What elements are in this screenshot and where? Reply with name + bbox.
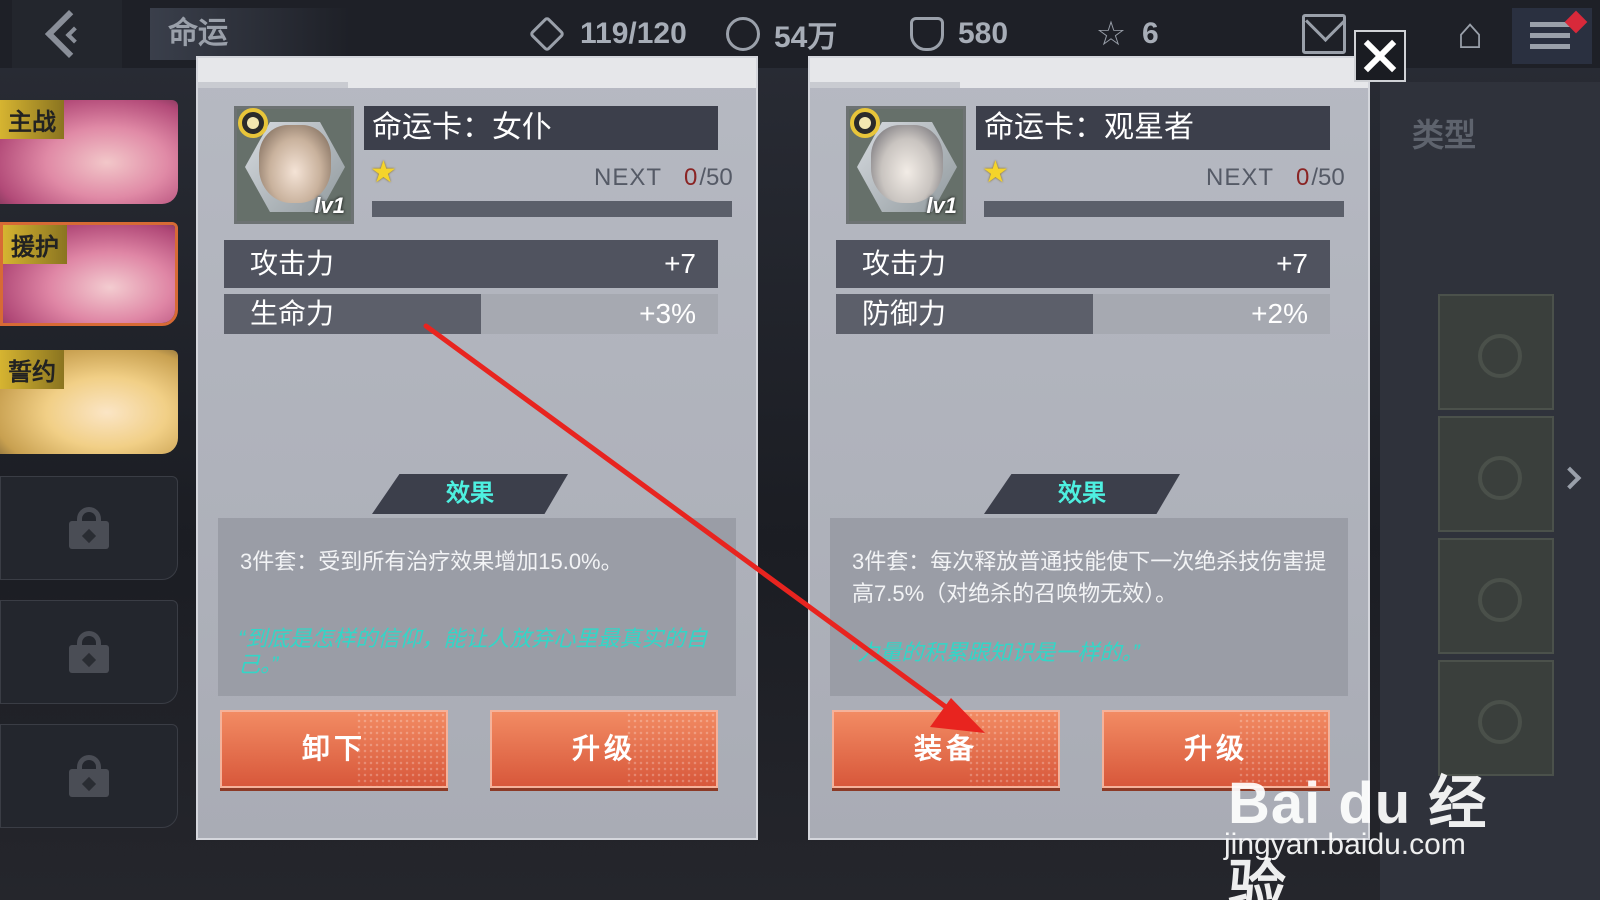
star-display: ☆ 6 [1095, 15, 1159, 53]
lock-icon [69, 755, 109, 797]
inventory-slot[interactable] [1438, 538, 1554, 654]
effect-box: 3件套：受到所有治疗效果增加15.0%。 “到底是怎样的信仰，能让人放弃心里最真… [218, 518, 736, 696]
card-name: 命运卡：观星者 [976, 106, 1330, 150]
lock-icon [69, 507, 109, 549]
back-button[interactable] [12, 0, 122, 68]
next-label: NEXT [1206, 164, 1275, 191]
slot-main[interactable]: 主战 [0, 100, 178, 204]
star-icon: ☆ [1095, 15, 1127, 53]
gear-icon [238, 108, 268, 138]
effect-quote: “力量的积累跟知识是一样的。” [850, 640, 1140, 665]
stamina-icon [528, 15, 566, 53]
crystal-display: 580 [910, 14, 1008, 54]
slot-tag: 主战 [0, 100, 64, 139]
stat-row: 防御力 +2% [836, 294, 1330, 334]
inventory-slot[interactable] [1438, 416, 1554, 532]
stargazer-portrait [871, 125, 943, 203]
card-level: lv1 [314, 193, 345, 218]
home-icon[interactable]: ⌂ [1448, 12, 1492, 56]
unequip-button[interactable]: 卸下 [220, 710, 448, 788]
stat-row: 攻击力 +7 [224, 240, 718, 288]
effect-quote: “到底是怎样的信仰，能让人放弃心里最真实的自己。” [238, 626, 708, 677]
slot-support[interactable]: 援护 [0, 222, 178, 326]
crystal-icon [910, 17, 944, 51]
card-name: 命运卡：女仆 [364, 106, 718, 150]
exp-bar [984, 201, 1344, 217]
effect-box: 3件套：每次释放普通技能使下一次绝杀技伤害提高7.5%（对绝杀的召唤物无效）。 … [830, 518, 1348, 696]
fate-card-candidate: lv1 命运卡：观星者 ★ NEXT 0/50 攻击力 +7 防御力 +2% 效… [808, 56, 1370, 840]
rank-star-icon: ★ [370, 156, 397, 189]
next-exp: 0/50 [684, 164, 733, 191]
slot-tag: 援护 [3, 225, 67, 264]
fate-card-equipped: lv1 命运卡：女仆 ★ NEXT 0/50 攻击力 +7 生命力 +3% 效果… [196, 56, 758, 840]
maid-portrait [259, 125, 331, 203]
coin-icon [726, 17, 760, 51]
effect-tab: 效果 [372, 474, 568, 514]
watermark-url: jingyan.baidu.com [1224, 828, 1466, 861]
inventory-slot[interactable] [1438, 294, 1554, 410]
upgrade-button[interactable]: 升级 [490, 710, 718, 788]
card-level: lv1 [926, 193, 957, 218]
slot-oath[interactable]: 誓约 [0, 350, 178, 454]
menu-icon [1530, 22, 1570, 27]
stamina-display: 119/120 [528, 14, 687, 54]
type-filter-label: 类型 [1412, 117, 1477, 153]
slot-locked [0, 724, 178, 828]
next-label: NEXT [594, 164, 663, 191]
slot-tag: 誓约 [0, 350, 64, 389]
effect-description: 3件套：受到所有治疗效果增加15.0%。 [240, 549, 623, 574]
lock-icon [69, 631, 109, 673]
slot-locked [0, 476, 178, 580]
gear-icon [850, 108, 880, 138]
exp-bar [372, 201, 732, 217]
mail-icon[interactable] [1302, 14, 1346, 54]
stat-row: 攻击力 +7 [836, 240, 1330, 288]
next-exp: 0/50 [1296, 164, 1345, 191]
slot-locked [0, 600, 178, 704]
stat-row: 生命力 +3% [224, 294, 718, 334]
effect-tab: 效果 [984, 474, 1180, 514]
rank-star-icon: ★ [982, 156, 1009, 189]
equip-button[interactable]: 装备 [832, 710, 1060, 788]
close-button[interactable] [1354, 30, 1406, 82]
coin-display: 54万 [726, 14, 837, 54]
page-title: 命运 [150, 8, 350, 60]
effect-description: 3件套：每次释放普通技能使下一次绝杀技伤害提高7.5%（对绝杀的召唤物无效）。 [852, 549, 1327, 606]
watermark: Bai du 经验 jingyan.baidu.com [1224, 736, 1528, 900]
